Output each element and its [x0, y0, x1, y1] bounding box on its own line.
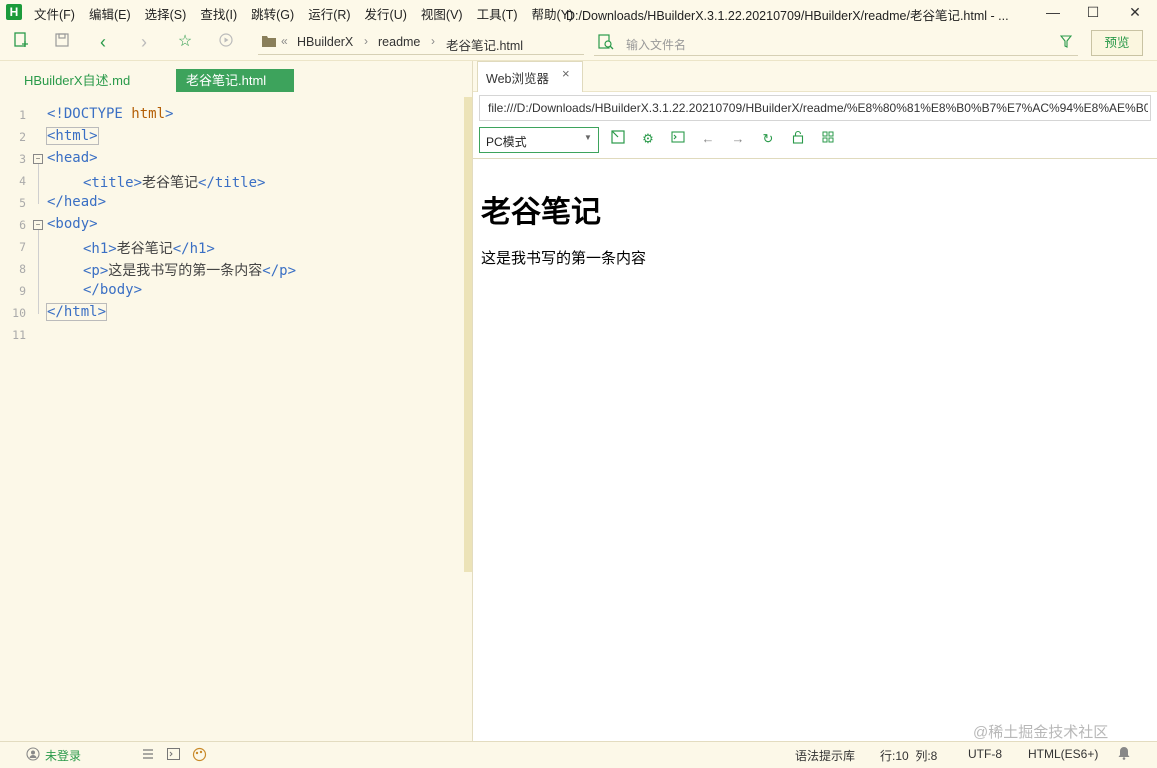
code-line: <head>	[47, 150, 98, 166]
mode-select[interactable]: PC模式 ▼	[479, 127, 599, 153]
line-number: 11	[12, 328, 26, 342]
login-status[interactable]: 未登录	[45, 747, 81, 764]
line-number: 6	[19, 218, 26, 232]
minimize-button[interactable]: —	[1038, 2, 1068, 22]
menu-bar: H 文件(F) 编辑(E) 选择(S) 查找(I) 跳转(G) 运行(R) 发行…	[0, 0, 1157, 26]
watermark: @稀土掘金技术社区	[973, 724, 1109, 741]
editor-tab-bar: HBuilderX自述.md 老谷笔记.html	[0, 61, 472, 97]
menu-select[interactable]: 选择(S)	[145, 4, 187, 23]
code-line: <h1>老谷笔记</h1>	[83, 240, 215, 257]
browser-tab-bar: Web浏览器 ×	[473, 61, 1157, 92]
code-line: </head>	[47, 194, 107, 210]
close-button[interactable]: ✕	[1120, 2, 1150, 22]
code-line: <p>这是我书写的第一条内容</p>	[83, 262, 297, 279]
run-icon[interactable]	[216, 32, 236, 52]
bell-icon[interactable]	[1118, 746, 1130, 763]
code-line: <html>	[46, 127, 99, 145]
page-paragraph: 这是我书写的第一条内容	[481, 249, 647, 267]
breadcrumb-prefix: «	[281, 34, 288, 48]
code-editor[interactable]: 1 2 3 4 5 6 7 8 9 10 11 − − <!DOCTYPE ht…	[0, 100, 464, 740]
qrcode-icon[interactable]	[819, 130, 837, 148]
browser-tab-label: Web浏览器	[486, 72, 549, 86]
line-number: 1	[19, 108, 26, 122]
list-icon[interactable]	[142, 748, 154, 763]
preview-button[interactable]: 预览	[1091, 30, 1143, 56]
menu-run[interactable]: 运行(R)	[308, 4, 350, 23]
encoding[interactable]: UTF-8	[968, 747, 1002, 761]
line-number: 5	[19, 196, 26, 210]
status-bar: 未登录 语法提示库 行:10 列:8 UTF-8 HTML(ES6+)	[0, 741, 1157, 768]
refresh-icon[interactable]: ↻	[759, 130, 777, 148]
save-icon[interactable]	[52, 32, 72, 52]
mode-value: PC模式	[486, 135, 527, 149]
breadcrumb-item[interactable]: readme	[378, 35, 420, 49]
url-text: file:///D:/Downloads/HBuilderX.3.1.22.20…	[488, 101, 1148, 115]
code-line: <title>老谷笔记</title>	[83, 174, 266, 191]
code-line: <!DOCTYPE html>	[47, 106, 174, 122]
code-line: </body>	[83, 282, 143, 298]
lock-icon[interactable]	[789, 130, 807, 148]
line-number: 9	[19, 284, 26, 298]
fold-guide	[38, 164, 39, 204]
back-arrow-icon[interactable]: ←	[699, 130, 717, 148]
chevron-down-icon: ▼	[584, 133, 592, 142]
web-browser-pane: Web浏览器 × file:///D:/Downloads/HBuilderX.…	[473, 61, 1157, 741]
toolbar: ‹ › ☆ « HBuilderX › readme › 老谷笔记.html 输…	[0, 26, 1157, 61]
search-placeholder: 输入文件名	[626, 38, 687, 52]
line-number: 3	[19, 152, 26, 166]
fold-toggle-icon[interactable]: −	[33, 220, 43, 230]
maximize-button[interactable]: ☐	[1078, 2, 1108, 22]
folder-icon	[259, 32, 279, 52]
url-input[interactable]: file:///D:/Downloads/HBuilderX.3.1.22.20…	[479, 95, 1151, 121]
filter-icon[interactable]	[1059, 35, 1073, 51]
settings-icon[interactable]: ⚙	[639, 130, 657, 148]
breadcrumb-separator: ›	[364, 34, 368, 48]
fold-guide	[38, 230, 39, 314]
file-search-input[interactable]: 输入文件名	[594, 31, 1078, 56]
theme-icon[interactable]	[192, 747, 207, 765]
breadcrumb-item[interactable]: 老谷笔记.html	[446, 35, 523, 54]
menu-edit[interactable]: 编辑(E)	[89, 4, 131, 23]
code-line: <body>	[47, 216, 98, 232]
close-tab-icon[interactable]: ×	[562, 66, 570, 81]
new-file-icon[interactable]	[11, 32, 31, 52]
menu-file[interactable]: 文件(F)	[34, 4, 75, 23]
fold-toggle-icon[interactable]: −	[33, 154, 43, 164]
menu-publish[interactable]: 发行(U)	[365, 4, 407, 23]
breadcrumb-underline	[258, 54, 584, 55]
line-number: 2	[19, 130, 26, 144]
user-icon[interactable]	[26, 747, 40, 764]
breadcrumb-item[interactable]: HBuilderX	[297, 35, 353, 49]
breadcrumb-separator: ›	[431, 34, 435, 48]
line-number: 4	[19, 174, 26, 188]
menu-view[interactable]: 视图(V)	[421, 4, 463, 23]
browser-toolbar-separator	[473, 158, 1157, 159]
tab-laogu-notes[interactable]: 老谷笔记.html	[176, 69, 294, 92]
forward-arrow-icon[interactable]: →	[729, 130, 747, 148]
editor-scrollbar[interactable]	[464, 97, 472, 572]
screenshot-icon[interactable]	[609, 130, 627, 148]
back-icon[interactable]: ‹	[93, 32, 113, 52]
cursor-position[interactable]: 行:10 列:8	[880, 747, 937, 764]
code-line: </html>	[45, 303, 108, 321]
tab-hbuilderx-readme[interactable]: HBuilderX自述.md	[14, 69, 140, 92]
menu-tools[interactable]: 工具(T)	[477, 4, 518, 23]
syntax-library[interactable]: 语法提示库	[795, 747, 855, 764]
star-icon[interactable]: ☆	[175, 32, 195, 52]
line-number: 8	[19, 262, 26, 276]
language-mode[interactable]: HTML(ES6+)	[1028, 747, 1098, 761]
app-logo-icon: H	[6, 4, 22, 20]
line-number: 7	[19, 240, 26, 254]
page-heading: 老谷笔记	[481, 195, 601, 230]
terminal-icon[interactable]	[167, 748, 180, 763]
tab-web-browser[interactable]: Web浏览器 ×	[477, 61, 583, 92]
menu: 文件(F) 编辑(E) 选择(S) 查找(I) 跳转(G) 运行(R) 发行(U…	[34, 0, 587, 26]
console-icon[interactable]	[669, 130, 687, 148]
window-title: D:/Downloads/HBuilderX.3.1.22.20210709/H…	[566, 9, 1009, 23]
search-file-icon	[598, 34, 614, 53]
menu-find[interactable]: 查找(I)	[200, 4, 237, 23]
line-number: 10	[12, 306, 26, 320]
menu-goto[interactable]: 跳转(G)	[251, 4, 294, 23]
forward-icon[interactable]: ›	[134, 32, 154, 52]
